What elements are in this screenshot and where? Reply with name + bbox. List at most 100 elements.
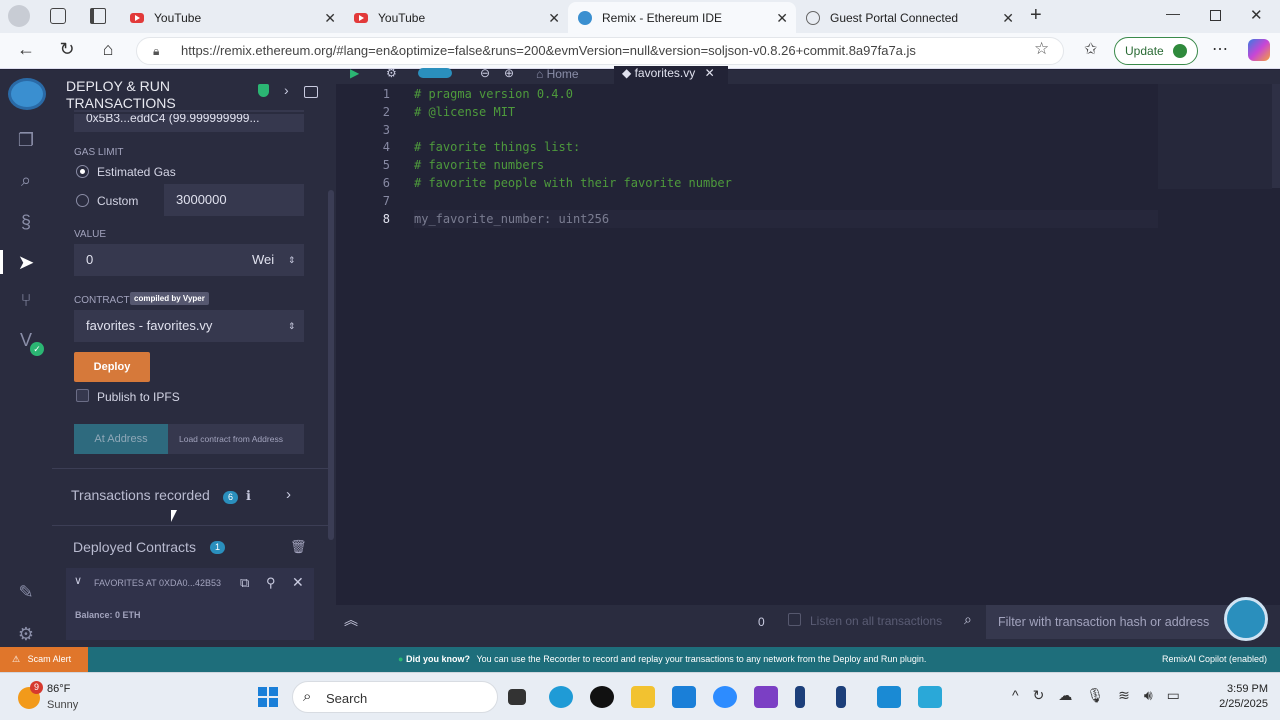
store-icon[interactable] (672, 686, 696, 708)
close-icon[interactable]: ✕ (324, 10, 336, 27)
cloud-icon[interactable]: ☁ (1058, 687, 1086, 703)
refresh-button[interactable]: ↻ (55, 39, 79, 60)
info-icon[interactable]: ℹ (246, 488, 251, 504)
more-menu-icon[interactable]: ⋯ (1212, 39, 1228, 59)
file-explorer-icon[interactable] (631, 686, 655, 708)
ai-icon[interactable] (418, 68, 452, 78)
dock-panel-icon[interactable] (304, 86, 318, 98)
tab-youtube-1[interactable]: YouTube ✕ (120, 2, 344, 33)
tiktok-icon[interactable] (590, 686, 614, 708)
chevron-right-icon[interactable]: › (284, 82, 289, 98)
close-icon[interactable]: ✕ (776, 10, 788, 27)
estimated-gas-radio[interactable] (76, 165, 89, 178)
custom-gas-input[interactable]: 3000000 (164, 184, 304, 216)
ai-assistant-icon[interactable] (1224, 597, 1268, 641)
code-line[interactable] (414, 122, 1158, 140)
zoom-in-icon[interactable]: ⊕ (504, 66, 514, 80)
file-explorer-icon[interactable]: ❐ (14, 128, 38, 152)
tab-home[interactable]: ⌂ Home (536, 67, 579, 81)
panel-scrollbar[interactable] (328, 190, 334, 540)
restore-button[interactable] (1210, 10, 1221, 21)
close-window-button[interactable]: ✕ (1250, 6, 1263, 24)
custom-gas-radio[interactable] (76, 194, 89, 207)
git-icon[interactable]: ⑂ (14, 288, 38, 312)
zoom-out-icon[interactable]: ⊖ (480, 66, 490, 80)
microphone-icon[interactable]: 🎙︎ (1086, 687, 1118, 703)
update-button[interactable]: Update (1114, 37, 1198, 65)
vscode-icon[interactable] (877, 686, 901, 708)
publish-ipfs-checkbox[interactable] (76, 389, 89, 402)
tab-remix[interactable]: Remix - Ethereum IDE ✕ (568, 2, 796, 33)
code-line[interactable]: # favorite numbers (414, 157, 1158, 175)
clipchamp-icon[interactable] (754, 686, 778, 708)
close-icon[interactable]: ✕ (292, 574, 304, 591)
deploy-button[interactable]: Deploy (74, 352, 150, 382)
close-icon[interactable]: ✕ (705, 66, 715, 80)
editor-scrollbar[interactable] (1272, 84, 1280, 188)
address-bar[interactable]: 🔒︎ https://remix.ethereum.org/#lang=en&o… (136, 37, 1064, 65)
code-line[interactable]: # pragma version 0.4.0 (414, 86, 1158, 104)
edge-icon[interactable] (549, 686, 573, 708)
search-icon[interactable]: ⌕ (964, 611, 972, 628)
wifi-icon[interactable]: ≋ (1118, 687, 1144, 703)
deployed-contract-item[interactable]: ∨ FAVORITES AT 0XDA0...42B53 ⧉ ⚲ ✕ Balan… (66, 568, 314, 640)
code-line[interactable] (414, 193, 1158, 211)
tab-favorites-vy[interactable]: ◆ favorites.vy ✕ (614, 66, 728, 84)
home-button[interactable]: ⌂ (96, 39, 120, 60)
screen-app-icon[interactable] (918, 686, 942, 708)
filter-input[interactable]: Filter with transaction hash or address (986, 605, 1252, 639)
copy-icon[interactable]: ⧉ (240, 575, 249, 591)
chevron-up-icon[interactable]: ^ (1012, 687, 1033, 703)
favorites-icon[interactable]: ✩ (1084, 39, 1097, 59)
remix-logo-icon[interactable] (8, 78, 46, 110)
close-icon[interactable]: ✕ (1002, 10, 1014, 27)
deploy-run-icon[interactable]: ➤ (14, 250, 38, 274)
load-contract-address-input[interactable]: Load contract from Address (168, 424, 304, 454)
sync-icon[interactable]: ↻ (1033, 687, 1059, 703)
settings-gear-icon[interactable]: ⚙ (14, 622, 38, 646)
at-address-button[interactable]: At Address (74, 424, 168, 454)
code-line[interactable]: # favorite people with their favorite nu… (414, 175, 1158, 193)
compiler-icon[interactable]: § (14, 210, 38, 234)
taskbar-search[interactable]: ⌕ Search (292, 681, 498, 713)
tab-guest-portal[interactable]: Guest Portal Connected ✕ (796, 2, 1022, 33)
zoom-icon[interactable] (713, 686, 737, 708)
run-script-icon[interactable]: ▶ (350, 66, 359, 80)
scam-alert-button[interactable]: ⚠ Scam Alert (0, 647, 88, 672)
pen-icon[interactable] (795, 686, 805, 708)
settings-icon[interactable]: ⚙ (386, 66, 397, 80)
copilot-icon[interactable] (1248, 39, 1270, 61)
weather-widget[interactable]: 9 86°F Sunny (16, 679, 116, 715)
trash-icon[interactable]: 🗑︎ (290, 539, 307, 555)
plugin-manager-icon[interactable]: ✎ (14, 580, 38, 604)
value-unit-select[interactable]: Wei ⇕ (240, 244, 304, 276)
speaker-icon[interactable]: 🔊︎ (1144, 687, 1167, 703)
clock[interactable]: 3:59 PM 2/25/2025 (1208, 683, 1268, 710)
value-input[interactable]: 0 (74, 244, 240, 276)
vertical-tabs-icon[interactable] (90, 8, 106, 24)
minimap[interactable] (1158, 84, 1272, 189)
code-line[interactable]: # favorite things list: (414, 139, 1158, 157)
tab-youtube-2[interactable]: YouTube ✕ (344, 2, 568, 33)
pin-icon[interactable]: ⚲ (266, 575, 276, 591)
chevron-down-icon[interactable]: ∨ (74, 574, 82, 587)
back-button[interactable]: ← (14, 39, 38, 60)
transactions-recorded-label[interactable]: Transactions recorded (71, 487, 210, 503)
battery-icon[interactable]: ▭ (1167, 687, 1194, 703)
new-tab-button[interactable]: + (1030, 4, 1042, 27)
copilot-status[interactable]: RemixAI Copilot (enabled) (1162, 647, 1267, 672)
profile-avatar[interactable] (8, 5, 30, 27)
contract-select[interactable]: favorites - favorites.vy ⇕ (74, 310, 304, 342)
pen-icon[interactable] (836, 686, 846, 708)
code-lines[interactable]: # pragma version 0.4.0 # @license MIT # fa… (414, 86, 1158, 228)
code-line[interactable]: # @license MIT (414, 104, 1158, 122)
chevron-right-icon[interactable]: › (286, 486, 291, 503)
chevron-up-icon[interactable]: ︽ (344, 610, 358, 630)
minimize-button[interactable]: — (1166, 5, 1180, 21)
close-icon[interactable]: ✕ (548, 10, 560, 27)
task-view-icon[interactable] (508, 689, 526, 705)
search-icon[interactable]: ⌕ (14, 168, 38, 192)
start-button[interactable] (258, 687, 278, 707)
listen-checkbox[interactable] (788, 613, 801, 626)
favorite-star-icon[interactable]: ☆ (1034, 39, 1049, 59)
